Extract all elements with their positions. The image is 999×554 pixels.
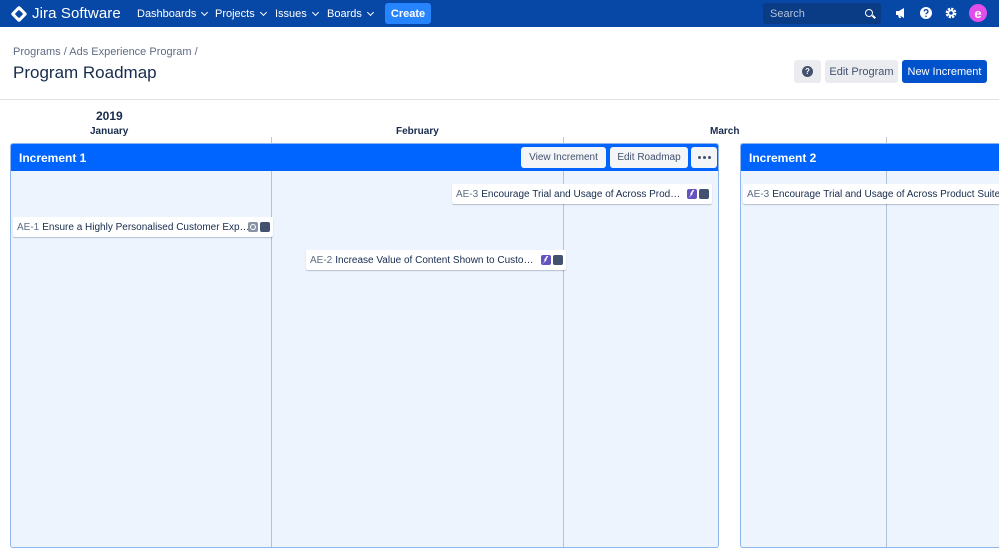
breadcrumb: Programs / Ads Experience Program / — [13, 46, 198, 58]
create-button[interactable]: Create — [385, 3, 431, 24]
card-key: AE-3 — [747, 188, 770, 200]
avatar[interactable]: e — [969, 4, 987, 22]
nav-dashboards-label: Dashboards — [137, 7, 197, 20]
more-dot — [707, 156, 711, 159]
increment-2-lane: Increment 2 AE-3 Encourage Trial and Usa… — [740, 143, 999, 548]
nav-projects-label: Projects — [215, 7, 255, 20]
product-name: Jira Software — [32, 5, 121, 22]
more-dot — [702, 156, 706, 159]
bolt-icon — [687, 189, 697, 199]
page-title: Program Roadmap — [13, 63, 157, 82]
bolt-icon — [541, 255, 551, 265]
card-key: AE-3 — [456, 188, 479, 200]
nav-issues[interactable]: Issues — [275, 0, 319, 27]
nav-boards-label: Boards — [327, 7, 362, 20]
edit-roadmap-button[interactable]: Edit Roadmap — [610, 147, 688, 168]
card-icons — [541, 255, 563, 265]
search-box — [763, 3, 881, 24]
chevron-down-icon — [366, 8, 374, 16]
square-icon — [553, 255, 563, 265]
card-icons — [687, 189, 709, 199]
more-options-button[interactable] — [691, 147, 717, 168]
top-navigation: Jira Software Dashboards Projects Issues… — [0, 0, 999, 27]
search-input[interactable] — [763, 3, 881, 24]
breadcrumb-separator: / — [194, 46, 198, 58]
more-dot — [697, 156, 701, 159]
jira-logo-icon — [10, 5, 28, 22]
square-icon — [260, 222, 270, 232]
epic-card-ae-3[interactable]: AE-3 Encourage Trial and Usage of Across… — [452, 184, 712, 204]
card-title: Encourage Trial and Usage of Across Prod… — [481, 188, 681, 200]
increment-header: Increment 1 View Increment Edit Roadmap — [11, 144, 718, 171]
nav-boards[interactable]: Boards — [327, 0, 374, 27]
month-gridline — [563, 171, 564, 547]
nav-projects[interactable]: Projects — [215, 0, 267, 27]
month-january: January — [90, 126, 129, 137]
new-increment-button[interactable]: New Increment — [902, 60, 987, 83]
square-icon — [699, 189, 709, 199]
increment-title: Increment 2 — [749, 151, 817, 165]
gear-icon[interactable] — [944, 6, 958, 20]
chevron-down-icon — [201, 8, 209, 16]
jira-logo[interactable]: Jira Software — [10, 0, 121, 27]
chevron-down-icon — [259, 8, 267, 16]
month-march: March — [710, 126, 740, 137]
card-key: AE-2 — [310, 254, 333, 266]
breadcrumb-programs[interactable]: Programs — [13, 46, 61, 58]
month-february: February — [396, 126, 439, 137]
epic-card-ae-3[interactable]: AE-3 Encourage Trial and Usage of Across… — [743, 184, 999, 204]
card-title: Encourage Trial and Usage of Across Prod… — [772, 188, 999, 200]
card-title: Increase Value of Content Shown to Custo… — [335, 254, 534, 266]
edit-program-button[interactable]: Edit Program — [825, 60, 898, 83]
card-title: Ensure a Highly Personalised Customer Ex… — [42, 221, 250, 233]
nav-dashboards[interactable]: Dashboards — [137, 0, 209, 27]
chevron-down-icon — [311, 8, 319, 16]
timeline-year: 2019 — [96, 109, 123, 123]
breadcrumb-program[interactable]: / Ads Experience Program — [64, 46, 192, 58]
card-key: AE-1 — [17, 221, 40, 233]
search-icon[interactable] — [865, 9, 873, 17]
increment-title: Increment 1 — [19, 151, 87, 165]
megaphone-icon[interactable] — [894, 6, 908, 20]
page-help-button[interactable]: ? — [794, 60, 821, 83]
ring-icon — [248, 222, 258, 232]
month-gridline — [886, 171, 887, 547]
epic-card-ae-2[interactable]: AE-2 Increase Value of Content Shown to … — [306, 250, 566, 270]
header-divider — [0, 99, 999, 100]
card-icons — [248, 222, 270, 232]
epic-card-ae-1[interactable]: AE-1 Ensure a Highly Personalised Custom… — [13, 217, 273, 237]
nav-issues-label: Issues — [275, 7, 307, 20]
increment-header: Increment 2 — [741, 144, 999, 171]
question-icon: ? — [802, 66, 813, 77]
help-icon[interactable] — [919, 6, 933, 20]
increment-1-lane: Increment 1 View Increment Edit Roadmap … — [10, 143, 719, 548]
view-increment-button[interactable]: View Increment — [521, 147, 606, 168]
